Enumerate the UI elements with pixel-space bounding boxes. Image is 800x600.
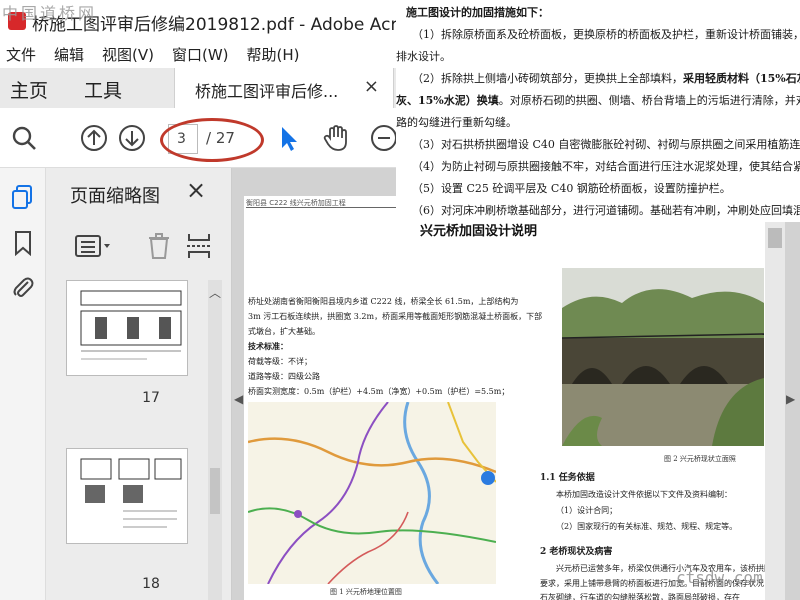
- red-annotation-ellipse: [160, 118, 264, 162]
- overlay-line: （5）设置 C25 砼调平层及 C40 钢筋砼桥面板，设置防撞护栏。: [412, 182, 731, 195]
- overlay-line: （4）为防止衬砌与原拱圈接触不牢，对结合面进行压注水泥浆处理，使其结合紧密: [412, 160, 800, 173]
- overlay-line: 路的勾缝进行重新勾缝。: [396, 116, 517, 129]
- search-icon[interactable]: [10, 124, 38, 152]
- bridge-photo-drawing: [562, 268, 764, 446]
- doc-text-line: 式墩台，扩大基础。: [248, 327, 320, 336]
- attachment-icon[interactable]: [10, 274, 36, 300]
- scroll-up-icon[interactable]: ︿: [209, 284, 221, 301]
- left-rail: [0, 168, 46, 600]
- thumbnail-options-icon[interactable]: [74, 232, 112, 260]
- doc-text-line: （2）国家现行的有关标准、规范、规程、规定等。: [556, 522, 738, 531]
- zoom-out-icon[interactable]: [370, 124, 398, 152]
- tab-close-button[interactable]: ×: [364, 76, 379, 97]
- overlay-line-part: 。对原桥石砌的拱圈、侧墙、桥台背墙上的污垢进行清除，并对桥: [498, 94, 800, 107]
- delete-page-icon[interactable]: [146, 232, 172, 260]
- thumbnail-label-18: 18: [142, 576, 160, 592]
- tab-document[interactable]: 桥施工图评审后修... ×: [174, 68, 394, 108]
- section-title: 2 老桥现状及病害: [540, 547, 613, 557]
- corner-watermark: ctsdw.com: [676, 568, 763, 587]
- page-thumbnails-icon[interactable]: [10, 184, 36, 210]
- overlay-line: （3）对石拱桥拱圈增设 C40 自密微膨胀砼衬砌、衬砌与原拱圈之间采用植筋连接。: [412, 138, 800, 151]
- tab-tools[interactable]: 工具: [84, 76, 122, 103]
- thumbnail-drawing: [80, 458, 182, 528]
- doc-text-line: 桥面实测宽度：0.5m（护栏）+4.5m（净宽）+0.5m（护栏）=5.5m；: [248, 387, 510, 396]
- page-thumbnail-18[interactable]: [66, 448, 188, 544]
- site-watermark: 中国道桥网: [2, 4, 98, 23]
- thumbnails-toolbar: [46, 226, 232, 266]
- header-rule: [246, 207, 406, 208]
- thumbnail-label-17: 17: [142, 390, 160, 406]
- doc-text-line: 桥址处湖南省衡阳衡阳县境内乡道 C222 线，桥梁全长 61.5m，上部结构为: [248, 297, 519, 306]
- overlay-heading: 施工图设计的加固措施如下：: [406, 6, 549, 19]
- tab-home[interactable]: 主页: [10, 76, 48, 103]
- thumbnails-title: 页面缩略图: [70, 186, 160, 207]
- overlay-line-part: （2）拆除拱上侧墙小砖砌筑部分，更换拱上全部填料，: [412, 72, 683, 85]
- menu-view[interactable]: 视图(V): [93, 44, 163, 65]
- overlay-line: 灰、15%水泥）换填。对原桥石砌的拱圈、侧墙、桥台背墙上的污垢进行清除，并对桥: [396, 92, 800, 108]
- doc-text-line: 道路等级：四级公路: [248, 372, 320, 381]
- doc-text-line: 本桥加固改造设计文件依据以下文件及资料编制：: [556, 490, 732, 499]
- hand-icon[interactable]: [322, 124, 350, 152]
- map-drawing: [248, 402, 496, 584]
- overlay-line-part: 灰、15%水泥）换填: [396, 94, 499, 107]
- collapse-right-icon[interactable]: ▶: [786, 392, 795, 406]
- doc-text-line: （1）设计合同；: [556, 506, 618, 515]
- page-down-icon[interactable]: [118, 124, 146, 152]
- document-scrollbar[interactable]: [765, 196, 785, 600]
- doc-text-line: 3m 污工石板连续拱，拱圈宽 3.2m，桥面采用等截面矩形钢筋混凝土桥面板，下部: [248, 312, 543, 321]
- tab-bar: 主页 工具 桥施工图评审后修... ×: [0, 68, 420, 108]
- thumbnails-panel: 页面缩略图 × ︿ 17 18: [46, 168, 232, 600]
- overlay-line: （1）拆除原桥面系及砼桥面板，更换原桥的桥面板及护栏，重新设计桥面铺装，增: [412, 28, 800, 41]
- map-caption: 图 1 兴元桥地理位置图: [330, 588, 402, 596]
- section-title: 1.1 任务依据: [540, 473, 595, 483]
- photo-caption: 图 2 兴元桥现状立面照: [664, 455, 736, 463]
- overlay-line: （6）对河床冲刷桥墩基础部分，进行河道铺砌。基础若有冲刷，冲刷处应回填混凝: [412, 204, 800, 217]
- doc-text-line: 石灰砌缝，行车道的勾缝脱落松散，路面局部破损，存在: [540, 593, 740, 600]
- doc-text-line: 荷载等级：不详；: [248, 357, 312, 366]
- bridge-photo: [562, 268, 764, 446]
- overlay-text-block: 施工图设计的加固措施如下： （1）拆除原桥面系及砼桥面板，更换原桥的桥面板及护栏…: [396, 0, 800, 222]
- extract-pages-icon[interactable]: [186, 232, 212, 260]
- menu-bar: 文件 编辑 视图(V) 窗口(W) 帮助(H): [0, 40, 420, 68]
- menu-file[interactable]: 文件: [0, 44, 45, 65]
- thumbnails-close-button[interactable]: ×: [186, 176, 206, 204]
- menu-help[interactable]: 帮助(H): [238, 44, 309, 65]
- menu-edit[interactable]: 编辑: [45, 44, 93, 65]
- acrobat-window: 桥施工图评审后修编2019812.pdf - Adobe Acrobat P 中…: [0, 0, 800, 600]
- overlay-line: 排水设计。: [396, 50, 451, 63]
- thumbnail-drawing: [80, 290, 182, 360]
- overlay-line-part: 采用轻质材料（15%石灰、: [683, 72, 800, 85]
- thumbnails-scroll-thumb[interactable]: [210, 468, 220, 514]
- document-scroll-thumb[interactable]: [768, 228, 782, 248]
- bookmark-icon[interactable]: [10, 230, 36, 256]
- location-map: [248, 402, 496, 584]
- overlay-line: （2）拆除拱上侧墙小砖砌筑部分，更换拱上全部填料，采用轻质材料（15%石灰、: [412, 70, 800, 86]
- page-up-icon[interactable]: [80, 124, 108, 152]
- select-arrow-icon[interactable]: [276, 124, 304, 152]
- menu-window[interactable]: 窗口(W): [163, 44, 238, 65]
- collapse-left-icon[interactable]: ◀: [234, 392, 243, 406]
- page-thumbnail-17[interactable]: [66, 280, 188, 376]
- doc-text-line: 技术标准：: [248, 341, 288, 351]
- document-heading: 兴元桥加固设计说明: [420, 224, 538, 239]
- tab-document-label: 桥施工图评审后修...: [195, 82, 339, 101]
- thumbnails-scrollbar[interactable]: [208, 280, 222, 600]
